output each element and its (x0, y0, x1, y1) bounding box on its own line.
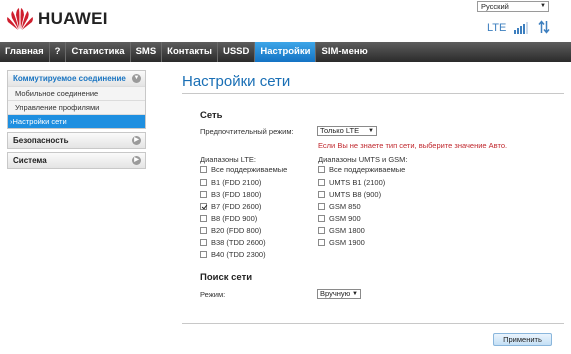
checkbox[interactable] (318, 227, 325, 234)
sidebar-group-dialup: Коммутируемое соединение ▼ Мобильное сое… (7, 70, 146, 129)
lte-band-b8[interactable]: B8 (FDD 900) (200, 214, 257, 223)
checkbox[interactable] (318, 191, 325, 198)
checkbox-label: Все поддерживаемые (211, 165, 288, 174)
search-mode-value: Вручную (320, 289, 351, 298)
nav-item-sms[interactable]: SMS (131, 42, 162, 62)
expand-icon[interactable]: ▶ (132, 136, 141, 145)
umts-gsm-bands-label: Диапазоны UMTS и GSM: (318, 155, 408, 164)
checkbox-checked[interactable] (200, 203, 207, 210)
apply-button[interactable]: Применить (493, 333, 552, 346)
checkbox-label: UMTS B8 (900) (329, 190, 382, 199)
checkbox-label: B38 (TDD 2600) (211, 238, 266, 247)
expand-icon[interactable]: ▶ (132, 156, 141, 165)
checkbox[interactable] (200, 251, 207, 258)
page-title: Настройки сети (182, 73, 291, 90)
sidebar-item-network-settings[interactable]: ›Настройки сети (8, 114, 145, 128)
sidebar-item-mobile-connection[interactable]: Мобильное соединение (8, 86, 145, 100)
lte-band-b3[interactable]: B3 (FDD 1800) (200, 190, 261, 199)
lte-band-b7[interactable]: B7 (FDD 2600) (200, 202, 261, 211)
status-bar: LTE (487, 18, 550, 34)
main-nav: Главная ? Статистика SMS Контакты USSD Н… (0, 42, 571, 62)
checkbox-label: UMTS B1 (2100) (329, 178, 386, 187)
nav-item-home[interactable]: Главная (0, 42, 49, 62)
umts-band-b1[interactable]: UMTS B1 (2100) (318, 178, 385, 187)
nav-item-ussd[interactable]: USSD (218, 42, 254, 62)
network-type: LTE (487, 22, 507, 34)
checkbox-label: Все поддерживаемые (329, 165, 406, 174)
nav-item-sim-menu[interactable]: SIM-меню (316, 42, 372, 62)
gsm-band-850[interactable]: GSM 850 (318, 202, 361, 211)
chevron-down-icon: ▼ (540, 3, 546, 9)
sidebar-group-label: Система (13, 156, 47, 165)
huawei-logo: HUAWEI (6, 7, 108, 31)
sidebar-group-system-header[interactable]: Система ▶ (8, 153, 145, 168)
sidebar-group-label: Коммутируемое соединение (13, 74, 126, 83)
checkbox[interactable] (200, 215, 207, 222)
checkbox[interactable] (200, 239, 207, 246)
network-mode-warning: Если Вы не знаете тип сети, выберите зна… (318, 141, 508, 150)
nav-item-help[interactable]: ? (50, 42, 66, 62)
checkbox-label: GSM 1900 (329, 238, 365, 247)
preferred-mode-value: Только LTE (320, 126, 360, 135)
checkbox-label: B20 (FDD 800) (211, 226, 262, 235)
title-divider (182, 93, 564, 94)
section-title-network-search: Поиск сети (200, 272, 253, 283)
checkbox-label: GSM 850 (329, 202, 361, 211)
checkbox-label: B3 (FDD 1800) (211, 190, 262, 199)
checkbox[interactable] (318, 166, 325, 173)
sidebar: Коммутируемое соединение ▼ Мобильное сое… (7, 70, 146, 172)
huawei-logo-icon (7, 8, 33, 30)
checkbox-label: B7 (FDD 2600) (211, 202, 262, 211)
nav-item-contacts[interactable]: Контакты (162, 42, 217, 62)
checkbox-label: B8 (FDD 900) (211, 214, 258, 223)
sidebar-group-dialup-header[interactable]: Коммутируемое соединение ▼ (8, 71, 145, 86)
sidebar-group-security: Безопасность ▶ (7, 132, 146, 149)
search-mode-select[interactable]: Вручную ▼ (317, 289, 361, 299)
chevron-down-icon: ▼ (368, 128, 374, 134)
nav-item-settings[interactable]: Настройки (255, 42, 316, 62)
gsm-band-1800[interactable]: GSM 1800 (318, 226, 365, 235)
lte-bands-label: Диапазоны LTE: (200, 155, 257, 164)
lte-band-b1[interactable]: B1 (FDD 2100) (200, 178, 261, 187)
checkbox[interactable] (318, 239, 325, 246)
preferred-mode-select[interactable]: Только LTE ▼ (317, 126, 377, 136)
lte-band-all[interactable]: Все поддерживаемые (200, 165, 287, 174)
search-mode-label: Режим: (200, 290, 226, 299)
brand-name: HUAWEI (38, 9, 108, 28)
footer-divider (182, 323, 564, 324)
gsm-band-1900[interactable]: GSM 1900 (318, 238, 365, 247)
sidebar-group-system: Система ▶ (7, 152, 146, 169)
sidebar-group-label: Безопасность (13, 136, 69, 145)
gsm-band-900[interactable]: GSM 900 (318, 214, 361, 223)
collapse-icon[interactable]: ▼ (132, 74, 141, 83)
sidebar-item-profile-management[interactable]: Управление профилями (8, 100, 145, 114)
checkbox[interactable] (318, 179, 325, 186)
sidebar-group-security-header[interactable]: Безопасность ▶ (8, 133, 145, 148)
lte-band-b38[interactable]: B38 (TDD 2600) (200, 238, 266, 247)
language-select[interactable]: Русский ▼ (477, 1, 549, 12)
lte-band-b40[interactable]: B40 (TDD 2300) (200, 250, 266, 259)
checkbox-label: B40 (TDD 2300) (211, 250, 266, 259)
checkbox-label: GSM 900 (329, 214, 361, 223)
checkbox[interactable] (200, 191, 207, 198)
checkbox[interactable] (200, 179, 207, 186)
checkbox-label: GSM 1800 (329, 226, 365, 235)
language-value: Русский (481, 2, 509, 11)
checkbox[interactable] (318, 215, 325, 222)
chevron-down-icon: ▼ (352, 291, 358, 297)
checkbox-label: B1 (FDD 2100) (211, 178, 262, 187)
checkbox[interactable] (318, 203, 325, 210)
umts-gsm-band-all[interactable]: Все поддерживаемые (318, 165, 405, 174)
transfer-arrows-icon (538, 20, 550, 34)
umts-band-b8[interactable]: UMTS B8 (900) (318, 190, 381, 199)
lte-band-b20[interactable]: B20 (FDD 800) (200, 226, 261, 235)
checkbox[interactable] (200, 166, 207, 173)
checkbox[interactable] (200, 227, 207, 234)
signal-bars-icon (514, 22, 529, 34)
nav-item-statistics[interactable]: Статистика (66, 42, 129, 62)
preferred-mode-label: Предпочтительный режим: (200, 127, 294, 136)
section-title-network: Сеть (200, 110, 223, 121)
